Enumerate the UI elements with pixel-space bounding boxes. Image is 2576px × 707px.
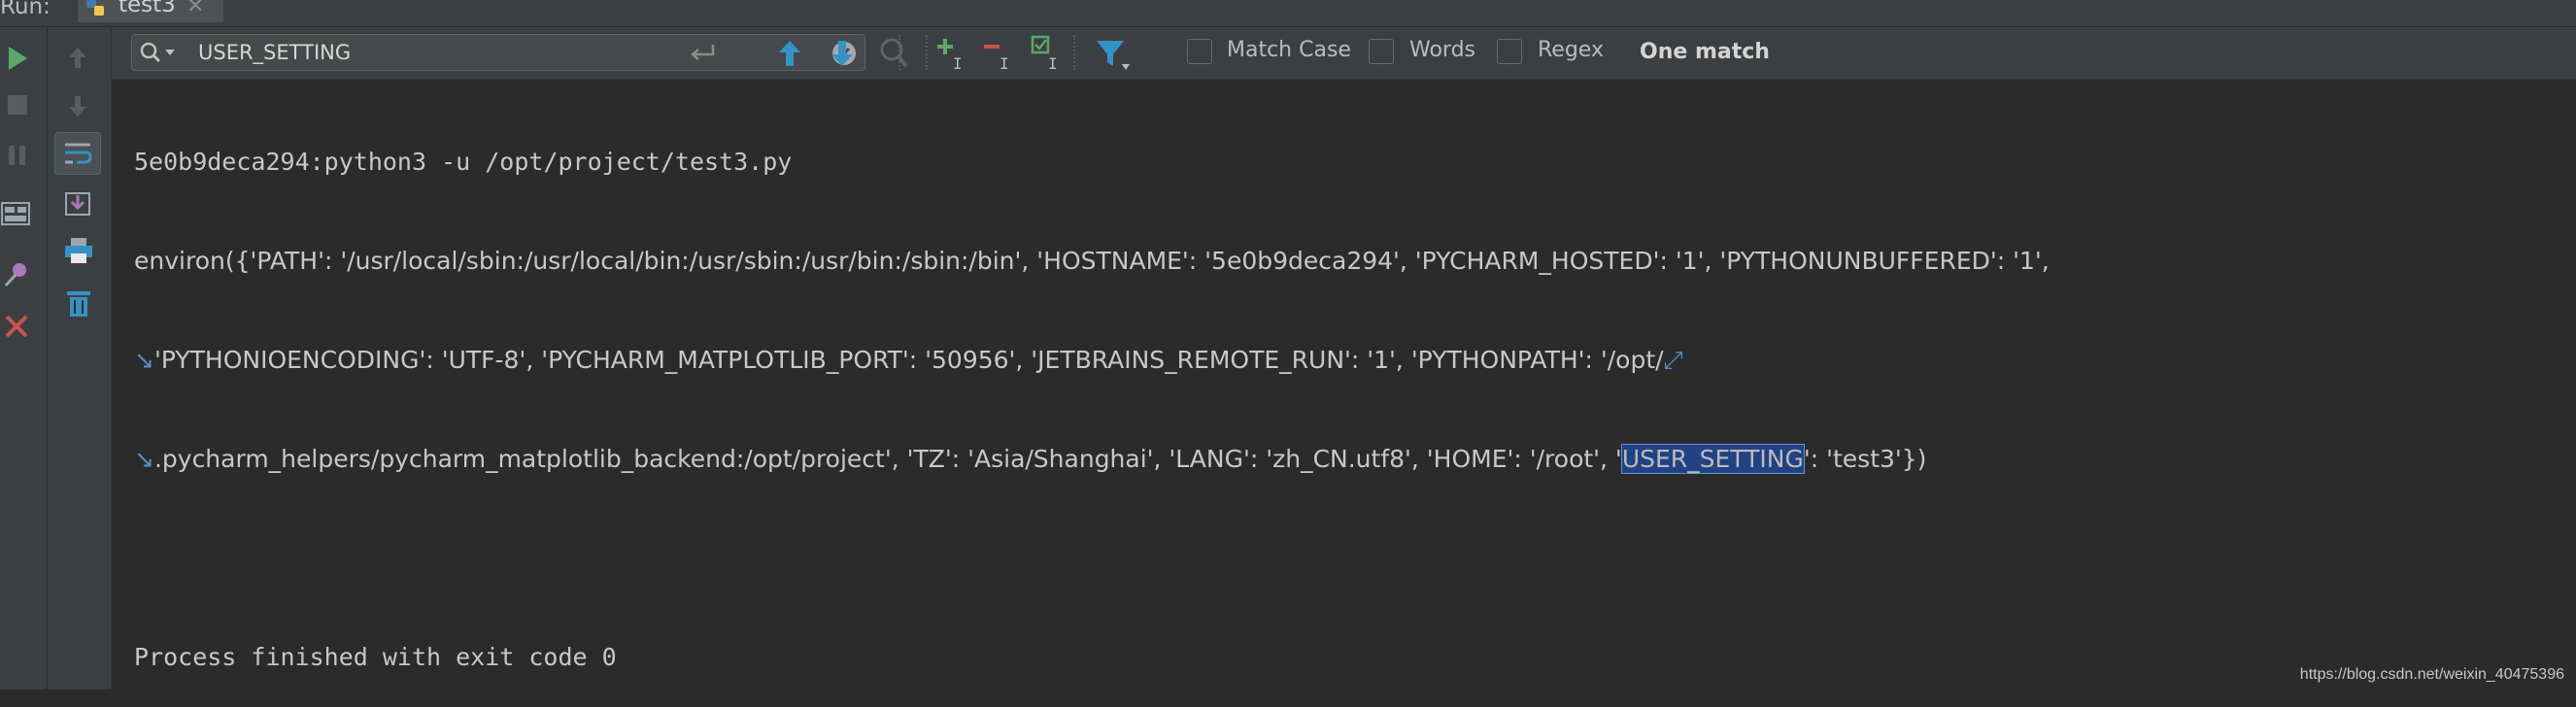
- search-match-highlight: USER_SETTING: [1620, 444, 1805, 474]
- console-line-text: .pycharm_helpers/pycharm_matplotlib_back…: [153, 445, 1622, 473]
- console-line-text: ': 'test3'}): [1803, 445, 1927, 473]
- console-line: Process finished with exit code 0: [134, 643, 617, 671]
- svg-text:I: I: [1000, 54, 1009, 72]
- trash-icon[interactable]: [63, 287, 94, 319]
- print-icon[interactable]: [63, 236, 94, 267]
- scroll-to-end-icon[interactable]: [63, 187, 94, 219]
- rerun-icon[interactable]: [6, 45, 29, 72]
- arrow-up-icon[interactable]: [65, 45, 90, 70]
- find-bar: I I I Match Case Words Regex One match: [112, 27, 2576, 80]
- find-all-icon[interactable]: [879, 37, 910, 70]
- remove-selection-icon[interactable]: I: [982, 37, 1017, 72]
- svg-text:I: I: [953, 54, 963, 72]
- stop-icon[interactable]: [6, 93, 29, 117]
- filter-icon[interactable]: [1095, 39, 1130, 72]
- select-all-occurrences-icon[interactable]: I: [1031, 35, 1066, 72]
- console-line: environ({'PATH': '/usr/local/sbin:/usr/l…: [134, 245, 2562, 278]
- console-line: ↘.pycharm_helpers/pycharm_matplotlib_bac…: [134, 443, 2562, 476]
- previous-occurrence-icon[interactable]: [776, 39, 803, 68]
- regex-checkbox[interactable]: [1497, 39, 1522, 64]
- console-line: ↘'PYTHONIOENCODING': 'UTF-8', 'PYCHARM_M…: [134, 344, 2562, 377]
- arrow-down-icon[interactable]: [65, 93, 90, 118]
- soft-wrap-toggle[interactable]: [54, 132, 101, 175]
- run-tool-window-header: Run: test3 ✕: [0, 0, 2576, 27]
- watermark: https://blog.csdn.net/weixin_40475396: [2299, 666, 2564, 683]
- soft-wrap-icon: [65, 143, 92, 164]
- match-case-checkbox[interactable]: [1187, 39, 1212, 64]
- python-icon: [86, 0, 104, 16]
- add-selection-icon[interactable]: I: [935, 37, 970, 72]
- words-label: Words: [1409, 38, 1476, 62]
- search-box[interactable]: [131, 34, 865, 71]
- words-checkbox[interactable]: [1369, 39, 1394, 64]
- toolbar-separator: [926, 35, 928, 70]
- restore-layout-icon[interactable]: [0, 200, 33, 229]
- wrap-continuation-icon: ↘: [134, 445, 154, 473]
- next-occurrence-icon[interactable]: [829, 39, 856, 68]
- console-output[interactable]: 5e0b9deca294:python3 -u /opt/project/tes…: [134, 80, 2562, 707]
- run-label: Run:: [0, 0, 51, 19]
- search-icon[interactable]: [140, 42, 181, 63]
- console-line-text: 'PYTHONIOENCODING': 'UTF-8', 'PYCHARM_MA…: [153, 346, 1664, 374]
- search-input[interactable]: [196, 37, 744, 68]
- close-icon[interactable]: ✕: [186, 0, 204, 18]
- match-count-status: One match: [1640, 40, 1770, 64]
- wrap-continuation-icon: ↘: [134, 346, 154, 374]
- console-line-text: environ({'PATH': '/usr/local/sbin:/usr/l…: [134, 247, 2057, 275]
- regex-label: Regex: [1538, 38, 1604, 62]
- close-run-icon[interactable]: [4, 314, 29, 339]
- pin-icon[interactable]: [2, 260, 31, 289]
- run-tab-test3[interactable]: test3 ✕: [78, 0, 223, 22]
- match-case-label: Match Case: [1227, 38, 1351, 62]
- pause-icon[interactable]: [6, 144, 29, 167]
- console-actions-toolbar: [48, 27, 112, 690]
- svg-text:I: I: [1048, 54, 1058, 72]
- wrap-arrow-icon: ⤢: [1663, 346, 1683, 374]
- run-tab-label: test3: [119, 0, 176, 17]
- toolbar-separator: [1073, 35, 1075, 70]
- console-line: 5e0b9deca294:python3 -u /opt/project/tes…: [134, 148, 793, 176]
- new-line-icon[interactable]: [688, 43, 717, 64]
- run-actions-toolbar: [0, 27, 48, 690]
